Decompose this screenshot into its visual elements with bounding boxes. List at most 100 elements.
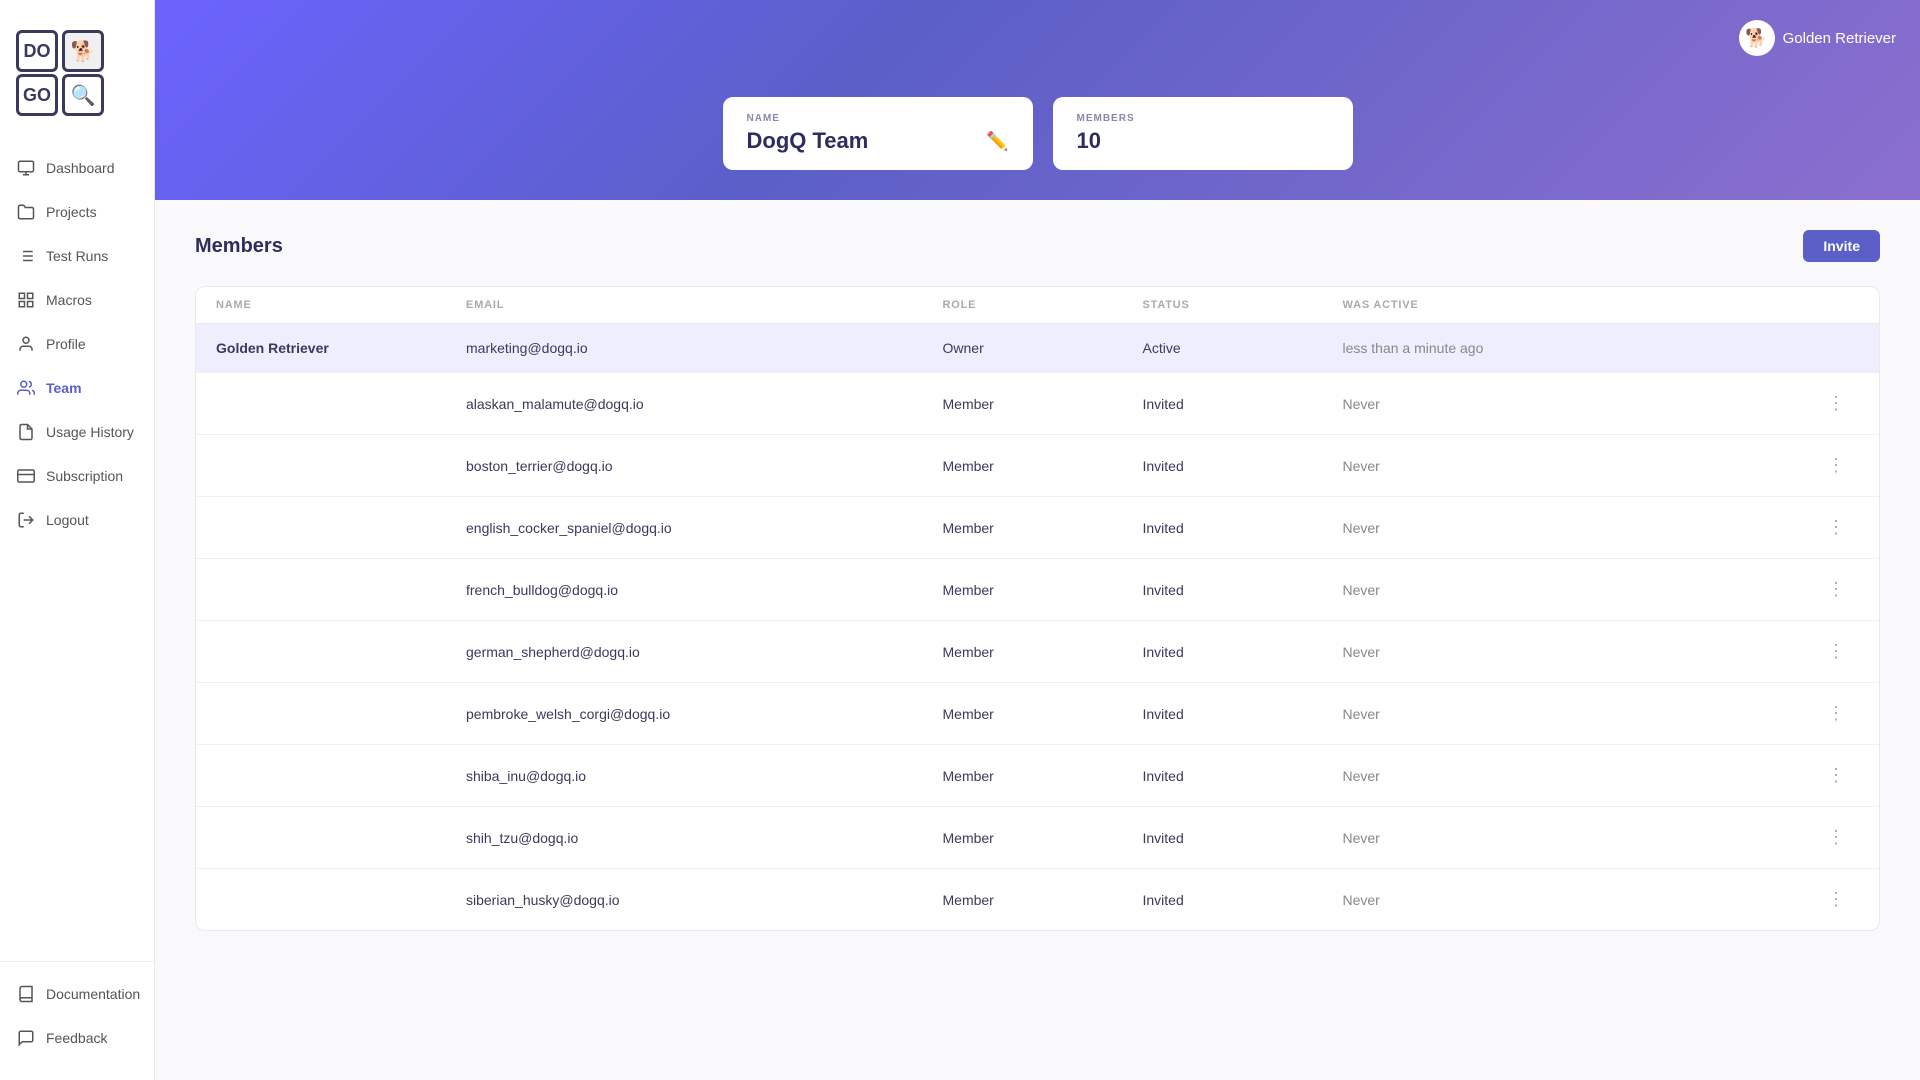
sidebar-item-logout[interactable]: Logout: [0, 498, 154, 542]
sidebar-label-usage-history: Usage History: [46, 424, 134, 440]
cell-role: Member: [943, 396, 1143, 412]
sidebar-item-team[interactable]: Team: [0, 366, 154, 410]
cell-status: Invited: [1143, 458, 1343, 474]
sidebar-item-feedback[interactable]: Feedback: [0, 1016, 154, 1060]
team-name-value: DogQ Team ✏️: [747, 128, 1009, 154]
more-actions-button[interactable]: ⋮: [1819, 575, 1853, 604]
cell-role: Member: [943, 458, 1143, 474]
book-icon: [16, 984, 36, 1004]
more-actions-button[interactable]: ⋮: [1819, 389, 1853, 418]
team-name-card: NAME DogQ Team ✏️: [723, 97, 1033, 170]
sidebar-item-dashboard[interactable]: Dashboard: [0, 146, 154, 190]
cell-email: pembroke_welsh_corgi@dogq.io: [466, 706, 943, 722]
cell-was-active: Never: [1343, 706, 1820, 722]
sidebar-item-documentation[interactable]: Documentation: [0, 972, 154, 1016]
cell-actions: ⋮: [1819, 389, 1859, 418]
cell-status: Invited: [1143, 768, 1343, 784]
cell-actions: ⋮: [1819, 823, 1859, 852]
cell-role: Member: [943, 768, 1143, 784]
username-display: Golden Retriever: [1783, 30, 1896, 47]
members-section-title: Members: [195, 235, 283, 258]
user-icon: [16, 334, 36, 354]
table-row: shiba_inu@dogq.io Member Invited Never ⋮: [196, 745, 1879, 807]
cell-status: Invited: [1143, 830, 1343, 846]
cell-email: shih_tzu@dogq.io: [466, 830, 943, 846]
members-table: NAME EMAIL ROLE STATUS WAS ACTIVE Golden…: [195, 286, 1880, 931]
more-actions-button[interactable]: ⋮: [1819, 451, 1853, 480]
cell-email: marketing@dogq.io: [466, 340, 943, 356]
cell-role: Member: [943, 706, 1143, 722]
cell-was-active: Never: [1343, 520, 1820, 536]
page-content: Members Invite NAME EMAIL ROLE STATUS WA…: [155, 200, 1920, 1080]
cell-was-active: Never: [1343, 830, 1820, 846]
logo-dog: 🐕: [62, 30, 104, 72]
cell-actions: ⋮: [1819, 761, 1859, 790]
cell-status: Invited: [1143, 396, 1343, 412]
sidebar-label-test-runs: Test Runs: [46, 248, 108, 264]
cell-role: Member: [943, 520, 1143, 536]
more-actions-button[interactable]: ⋮: [1819, 513, 1853, 542]
sidebar-item-macros[interactable]: Macros: [0, 278, 154, 322]
col-was-active: WAS ACTIVE: [1343, 299, 1820, 311]
cell-actions: ⋮: [1819, 699, 1859, 728]
more-actions-button[interactable]: ⋮: [1819, 885, 1853, 914]
col-status: STATUS: [1143, 299, 1343, 311]
user-info: 🐕 Golden Retriever: [1739, 20, 1896, 56]
cell-email: french_bulldog@dogq.io: [466, 582, 943, 598]
cell-was-active: less than a minute ago: [1343, 340, 1820, 356]
members-card: MEMBERS 10: [1053, 97, 1353, 170]
cell-actions: ⋮: [1819, 451, 1859, 480]
sidebar-label-projects: Projects: [46, 204, 97, 220]
table-row: german_shepherd@dogq.io Member Invited N…: [196, 621, 1879, 683]
sidebar-item-usage-history[interactable]: Usage History: [0, 410, 154, 454]
cell-was-active: Never: [1343, 396, 1820, 412]
monitor-icon: [16, 158, 36, 178]
table-row: siberian_husky@dogq.io Member Invited Ne…: [196, 869, 1879, 930]
message-circle-icon: [16, 1028, 36, 1048]
grid-icon: [16, 290, 36, 310]
sidebar-item-subscription[interactable]: Subscription: [0, 454, 154, 498]
edit-team-name-icon[interactable]: ✏️: [986, 131, 1008, 152]
logout-icon: [16, 510, 36, 530]
sidebar-item-projects[interactable]: Projects: [0, 190, 154, 234]
sidebar-bottom: Documentation Feedback: [0, 961, 154, 1060]
more-actions-button[interactable]: ⋮: [1819, 637, 1853, 666]
table-row: Golden Retriever marketing@dogq.io Owner…: [196, 324, 1879, 373]
cell-was-active: Never: [1343, 458, 1820, 474]
cell-was-active: Never: [1343, 892, 1820, 908]
logo-go: GO: [16, 74, 58, 116]
sidebar-item-profile[interactable]: Profile: [0, 322, 154, 366]
cell-name: Golden Retriever: [216, 340, 466, 356]
cell-actions: ⋮: [1819, 513, 1859, 542]
sidebar: DO 🐕 GO 🔍 Dashboard Projects Test Runs: [0, 0, 155, 1080]
table-row: alaskan_malamute@dogq.io Member Invited …: [196, 373, 1879, 435]
col-actions: [1819, 299, 1859, 311]
table-row: pembroke_welsh_corgi@dogq.io Member Invi…: [196, 683, 1879, 745]
cell-status: Invited: [1143, 520, 1343, 536]
cell-status: Invited: [1143, 892, 1343, 908]
sidebar-label-subscription: Subscription: [46, 468, 123, 484]
cell-status: Invited: [1143, 706, 1343, 722]
cell-status: Invited: [1143, 644, 1343, 660]
sidebar-label-documentation: Documentation: [46, 986, 140, 1002]
cell-email: alaskan_malamute@dogq.io: [466, 396, 943, 412]
cell-actions: ⋮: [1819, 575, 1859, 604]
cell-role: Owner: [943, 340, 1143, 356]
sidebar-label-feedback: Feedback: [46, 1030, 107, 1046]
cell-email: boston_terrier@dogq.io: [466, 458, 943, 474]
sidebar-label-dashboard: Dashboard: [46, 160, 115, 176]
more-actions-button[interactable]: ⋮: [1819, 761, 1853, 790]
invite-button[interactable]: Invite: [1803, 230, 1880, 262]
col-role: ROLE: [943, 299, 1143, 311]
sidebar-item-test-runs[interactable]: Test Runs: [0, 234, 154, 278]
cell-role: Member: [943, 582, 1143, 598]
team-name-label: NAME: [747, 113, 1009, 124]
credit-card-icon: [16, 466, 36, 486]
col-name: NAME: [216, 299, 466, 311]
cell-role: Member: [943, 892, 1143, 908]
more-actions-button[interactable]: ⋮: [1819, 823, 1853, 852]
sidebar-label-team: Team: [46, 380, 82, 396]
members-count: 10: [1077, 128, 1329, 154]
sidebar-label-profile: Profile: [46, 336, 86, 352]
more-actions-button[interactable]: ⋮: [1819, 699, 1853, 728]
